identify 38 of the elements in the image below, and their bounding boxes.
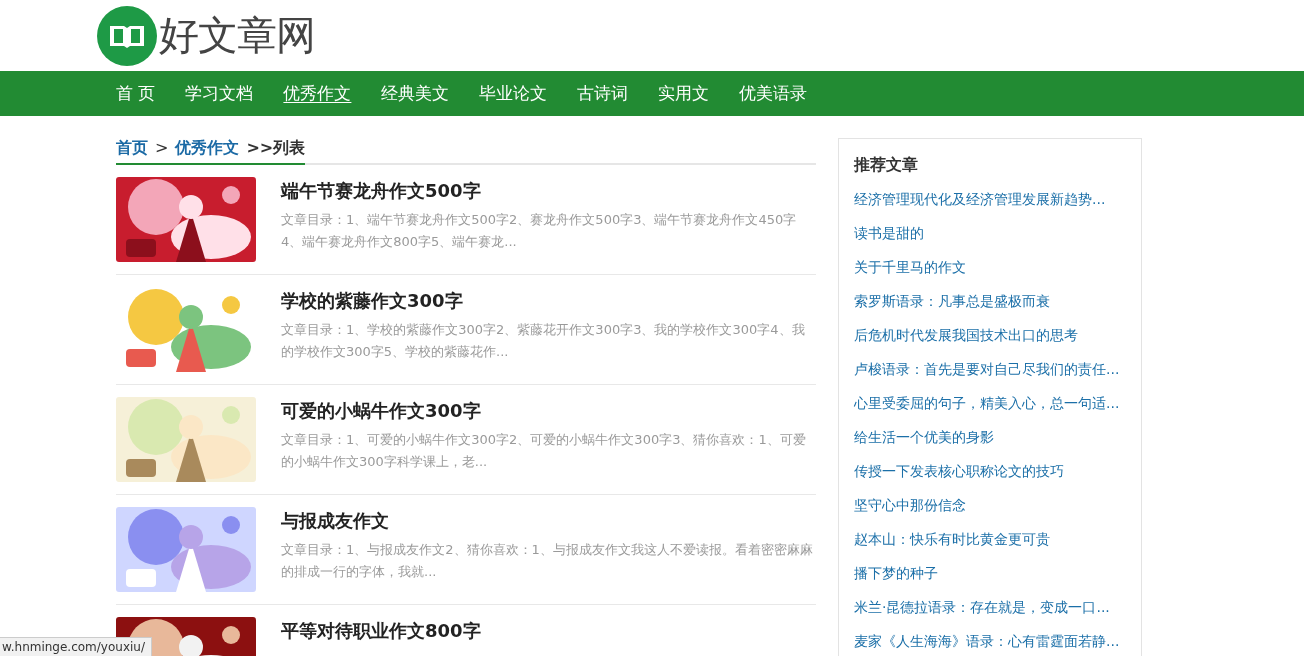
nav-link[interactable]: 首 页	[116, 82, 156, 105]
sidebar-link[interactable]: 关于千里马的作文	[854, 250, 1126, 284]
article-title[interactable]: 学校的紫藤作文300字	[281, 289, 816, 313]
sidebar-link[interactable]: 索罗斯语录：凡事总是盛极而衰	[854, 284, 1126, 318]
sidebar-link[interactable]: 卢梭语录：首先是要对自己尽我们的责任...	[854, 352, 1126, 386]
nav-link[interactable]: 优美语录	[739, 82, 808, 105]
sidebar-link[interactable]: 播下梦的种子	[854, 556, 1126, 590]
breadcrumb-link[interactable]: 首页	[116, 138, 148, 159]
breadcrumb-current: >>列表	[246, 138, 306, 159]
nav-link[interactable]: 毕业论文	[479, 82, 548, 105]
nav-link[interactable]: 古诗词	[577, 82, 629, 105]
breadcrumb-separator: >	[155, 138, 169, 157]
sidebar-link[interactable]: 心里受委屈的句子，精美入心，总一句适...	[854, 386, 1126, 420]
article-title[interactable]: 与报成友作文	[281, 509, 816, 533]
sidebar-link[interactable]: 读书是甜的	[854, 216, 1126, 250]
sidebar-link[interactable]: 传授一下发表核心职称论文的技巧	[854, 454, 1126, 488]
nav-link[interactable]: 经典美文	[381, 82, 450, 105]
nav-link[interactable]: 优秀作文	[283, 82, 352, 105]
sidebar-title: 推荐文章	[854, 155, 919, 176]
status-url: w.hnminge.com/youxiu/	[0, 637, 152, 656]
sidebar-link[interactable]: 麦家《人生海海》语录：心有雷霆面若静...	[854, 624, 1126, 656]
sidebar-link[interactable]: 坚守心中那份信念	[854, 488, 1126, 522]
sidebar-link[interactable]: 经济管理现代化及经济管理发展新趋势...	[854, 182, 1126, 216]
sidebar-link[interactable]: 米兰·昆德拉语录：存在就是，变成一口...	[854, 590, 1126, 624]
breadcrumb-link[interactable]: 优秀作文	[175, 138, 240, 159]
article-title[interactable]: 平等对待职业作文800字	[281, 619, 481, 643]
sidebar-link[interactable]: 后危机时代发展我国技术出口的思考	[854, 318, 1126, 352]
site-logo-text[interactable]: 好文章网	[159, 8, 315, 63]
nav-link[interactable]: 实用文	[658, 82, 710, 105]
sidebar-link[interactable]: 赵本山：快乐有时比黄金更可贵	[854, 522, 1126, 556]
sidebar-link[interactable]: 给生活一个优美的身影	[854, 420, 1126, 454]
article-summary: 文章目录：1、学校的紫藤作文300字2、紫藤花开作文300字3、我的学校作文300字4、我的学校作文300字5、学校的紫藤花作...	[281, 321, 806, 361]
nav-link[interactable]: 学习文档	[185, 82, 254, 105]
article-summary: 文章目录：1、可爱的小蜗牛作文300字2、可爱的小蜗牛作文300字3、猜你喜欢：1、可爱的小蜗牛作文300字科学课上，老...	[281, 431, 807, 471]
article-title[interactable]: 端午节赛龙舟作文500字	[281, 179, 816, 203]
book-logo-icon[interactable]	[97, 5, 157, 66]
article-title[interactable]: 可爱的小蜗牛作文300字	[281, 399, 816, 423]
article-summary: 文章目录：1、端午节赛龙舟作文500字2、赛龙舟作文500字3、端午节赛龙舟作文450字4、端午赛龙舟作文800字5、端午赛龙...	[281, 211, 798, 251]
